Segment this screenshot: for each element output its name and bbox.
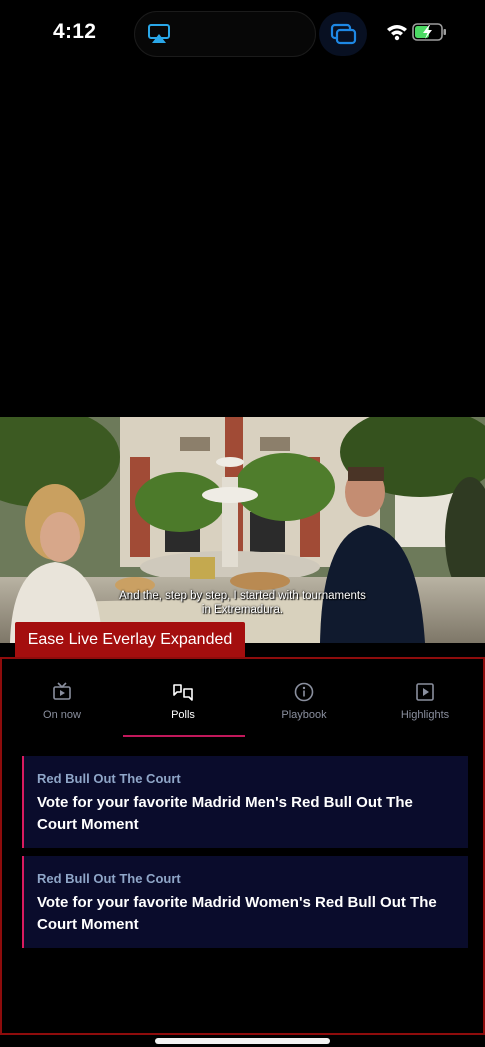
tab-polls[interactable]: Polls bbox=[123, 659, 243, 739]
poll-chat-icon bbox=[173, 684, 193, 701]
tab-playbook[interactable]: Playbook bbox=[244, 659, 364, 739]
tv-icon bbox=[53, 682, 71, 700]
home-indicator[interactable] bbox=[155, 1038, 330, 1044]
status-bar: 4:12 bbox=[0, 0, 485, 68]
poll-list: Red Bull Out The Court Vote for your fav… bbox=[22, 756, 470, 956]
dynamic-island bbox=[134, 11, 316, 57]
subtitle-line: And the, step by step, I started with to… bbox=[119, 590, 366, 602]
poll-card[interactable]: Red Bull Out The Court Vote for your fav… bbox=[22, 756, 468, 848]
info-icon bbox=[294, 682, 314, 702]
battery-charging-icon bbox=[412, 23, 446, 41]
wifi-icon bbox=[387, 25, 407, 41]
subtitle-line: in Extremadura. bbox=[201, 603, 284, 616]
poll-title: Vote for your favorite Madrid Men's Red … bbox=[37, 794, 413, 833]
poll-kicker: Red Bull Out The Court bbox=[37, 771, 181, 786]
tab-label: Highlights bbox=[400, 709, 450, 721]
tab-label: On now bbox=[43, 709, 81, 721]
poll-title: Vote for your favorite Madrid Women's Re… bbox=[37, 894, 437, 933]
tab-label: Polls bbox=[171, 709, 195, 721]
screen-mirroring-icon bbox=[330, 23, 357, 45]
status-time: 4:12 bbox=[53, 20, 97, 43]
poll-card[interactable]: Red Bull Out The Court Vote for your fav… bbox=[22, 856, 468, 948]
poll-kicker: Red Bull Out The Court bbox=[37, 871, 181, 886]
video-subtitles: And the, step by step, I started with to… bbox=[0, 590, 485, 617]
overlay-panel: On now Polls Playbook Highlights Red Bul… bbox=[0, 657, 485, 1035]
screen-mirroring-button[interactable] bbox=[319, 12, 367, 56]
play-icon bbox=[416, 683, 434, 701]
tab-bar: On now Polls Playbook Highlights bbox=[2, 659, 483, 739]
tab-highlights[interactable]: Highlights bbox=[365, 659, 485, 739]
tab-label: Playbook bbox=[281, 709, 327, 721]
tab-on-now[interactable]: On now bbox=[2, 659, 122, 739]
video-player[interactable]: And the, step by step, I started with to… bbox=[0, 417, 485, 643]
active-tab-indicator bbox=[123, 735, 245, 737]
airplay-icon bbox=[148, 24, 170, 43]
overlay-label: Ease Live Everlay Expanded bbox=[15, 622, 245, 658]
